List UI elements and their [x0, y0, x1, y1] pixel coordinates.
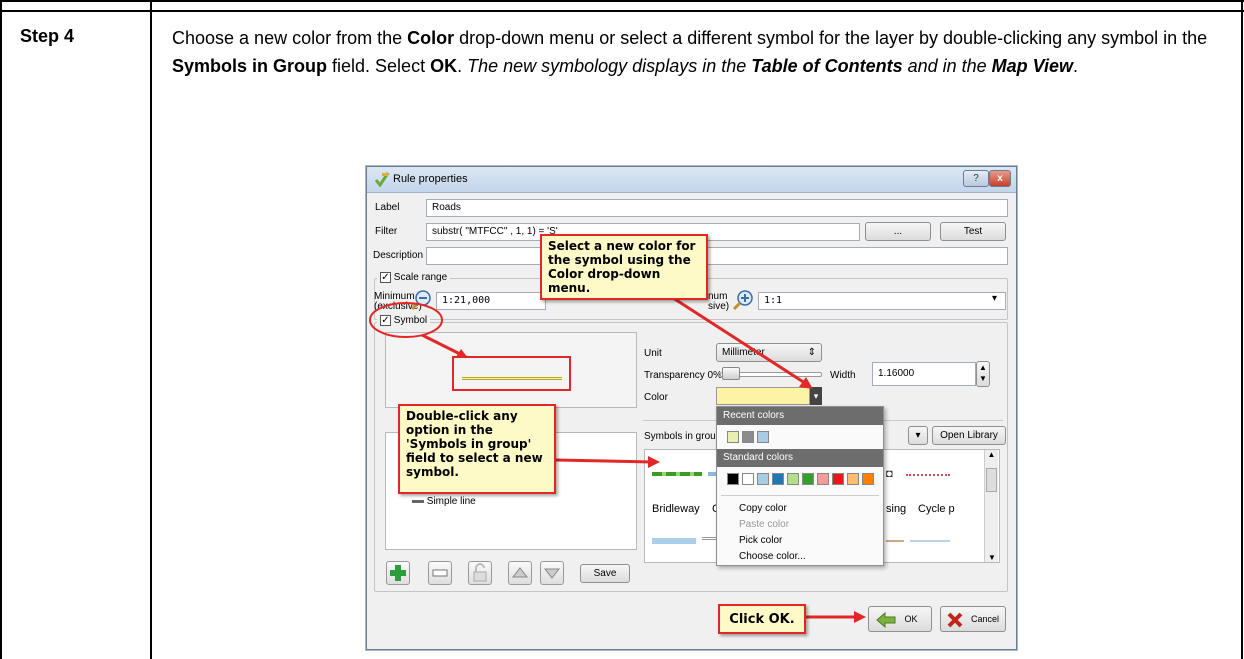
symbol-group-arrow-head: [648, 456, 660, 468]
symbol-group-arrow: [555, 458, 655, 464]
color-arrow: [669, 294, 809, 387]
preview-highlight-rect: [452, 356, 571, 391]
symbol-group-callout: Double-click any option in the 'Symbols …: [398, 404, 556, 494]
color-callout: Select a new color for the symbol using …: [540, 234, 708, 300]
ok-arrow-head: [854, 611, 866, 623]
ok-callout: Click OK.: [718, 604, 806, 634]
symbol-highlight-ellipse: [369, 302, 443, 338]
annotation-overlay: [369, 294, 866, 623]
